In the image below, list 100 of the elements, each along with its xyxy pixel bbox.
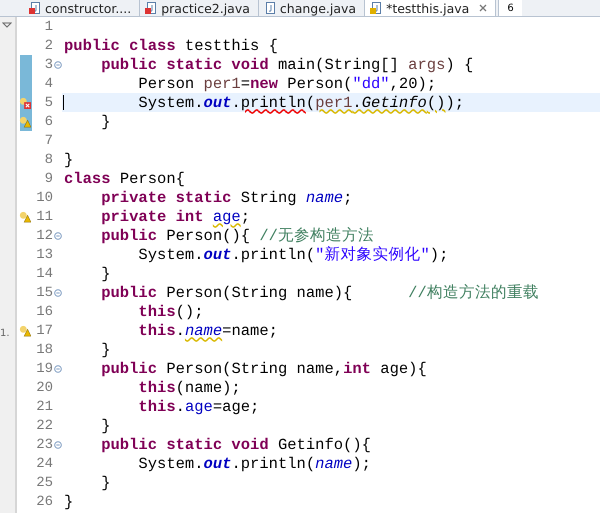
code-keyword: private int: [100, 208, 205, 226]
close-icon[interactable]: [479, 4, 488, 12]
code-text: );: [430, 246, 448, 264]
line-number: 14: [35, 266, 53, 282]
code-text: Person{: [120, 170, 185, 188]
code-text: }: [100, 264, 111, 282]
code-text: println: [240, 94, 306, 112]
line-number: 21: [35, 398, 53, 414]
collapse-icon[interactable]: [54, 440, 62, 448]
code-keyword: new: [250, 74, 279, 92]
line-number: 23: [35, 436, 53, 452]
line-number: 11: [35, 208, 53, 224]
code-text: =: [240, 74, 250, 92]
panel-label: 1.: [0, 328, 10, 339]
code-text: ,20);: [390, 74, 436, 92]
code-keyword: this: [137, 302, 176, 320]
code-text: }: [100, 474, 111, 492]
code-text: .: [231, 94, 241, 112]
code-text: );: [445, 94, 464, 112]
code-text: =name;: [222, 322, 278, 340]
code-text: age: [184, 398, 213, 416]
code-text: }: [100, 340, 111, 358]
collapse-icon[interactable]: [54, 60, 62, 68]
code-keyword: public static void: [100, 436, 270, 454]
code-text: }: [64, 492, 74, 510]
collapse-icon[interactable]: [54, 288, 62, 296]
collapse-icon[interactable]: [54, 232, 62, 240]
line-number: 13: [35, 246, 53, 262]
code-text: }: [64, 150, 74, 168]
code-keyword: class: [64, 170, 112, 188]
code-text: name: [315, 454, 352, 472]
code-text: name: [306, 188, 344, 206]
editor-tab[interactable]: constructor....: [24, 0, 140, 16]
code-keyword: public: [100, 360, 158, 378]
code-text: System.: [137, 94, 204, 112]
code-text: ;: [343, 188, 352, 206]
code-text: .: [352, 94, 362, 112]
code-text: System.: [137, 454, 204, 472]
line-number: 5: [44, 94, 53, 110]
line-number: 4: [44, 76, 53, 92]
code-text: args: [408, 56, 446, 74]
text-cursor: [63, 95, 64, 110]
line-number: 18: [35, 342, 53, 358]
line-number: 20: [35, 380, 53, 396]
code-text: (: [306, 94, 316, 112]
code-keyword: public class: [64, 36, 177, 54]
code-keyword: public: [100, 226, 158, 244]
code-text: age: [212, 208, 241, 226]
line-number: 10: [35, 190, 53, 206]
error-marker-icon[interactable]: [19, 96, 31, 108]
editor-tab[interactable]: practice2.java: [140, 0, 259, 16]
line-number: 26: [35, 494, 53, 510]
code-text: Person: [137, 74, 196, 92]
line-number: 12: [35, 228, 53, 244]
code-comment: //构造方法的重载: [408, 283, 539, 303]
warning-marker-icon[interactable]: [19, 116, 31, 128]
code-text: Getinfo: [362, 94, 427, 112]
code-text: main(String[]: [278, 56, 400, 74]
line-number: 2: [44, 38, 53, 54]
tab-overflow-count[interactable]: 6: [498, 0, 522, 16]
code-text: (): [426, 94, 446, 112]
code-text: Person(){: [166, 226, 252, 244]
line-number: 3: [44, 56, 53, 72]
warning-marker-icon[interactable]: [19, 324, 31, 336]
dropdown-icon[interactable]: [2, 22, 12, 28]
editor-tab[interactable]: *testthis.java: [365, 0, 496, 16]
code-text: out: [204, 454, 232, 472]
code-text: Person(String name){: [166, 284, 354, 302]
line-number: 24: [35, 456, 53, 472]
line-number: 22: [35, 418, 53, 434]
code-text: =age;: [212, 398, 260, 416]
code-text: .println(: [231, 246, 316, 264]
line-number: 7: [44, 132, 53, 148]
code-text: .println(: [231, 454, 316, 472]
code-text: age){: [380, 360, 427, 378]
line-number: 16: [35, 304, 53, 320]
line-number: 15: [35, 284, 53, 300]
string-literal: "新对象实例化": [315, 245, 430, 265]
line-number: 9: [44, 170, 53, 186]
code-keyword: this: [137, 322, 176, 340]
collapse-icon[interactable]: [54, 364, 62, 372]
line-number: 25: [35, 474, 53, 490]
code-text: }: [100, 416, 111, 434]
line-number: 19: [35, 360, 53, 376]
code-keyword: int: [343, 360, 372, 378]
code-comment: //无参构造方法: [259, 226, 374, 246]
code-text: ) {: [445, 56, 474, 74]
warning-marker-icon[interactable]: [19, 210, 31, 222]
line-number: 8: [44, 152, 53, 168]
code-text: out: [204, 94, 232, 112]
code-keyword: this: [137, 398, 176, 416]
line-number: 6: [44, 114, 53, 130]
code-text: per1: [204, 74, 241, 92]
code-text: testthis {: [184, 36, 278, 54]
code-text: .: [176, 322, 185, 340]
code-text: );: [352, 454, 371, 472]
code-text: System.: [137, 246, 204, 264]
code-text: name: [184, 322, 222, 340]
code-keyword: this: [137, 378, 176, 396]
code-text: (name);: [176, 378, 241, 396]
